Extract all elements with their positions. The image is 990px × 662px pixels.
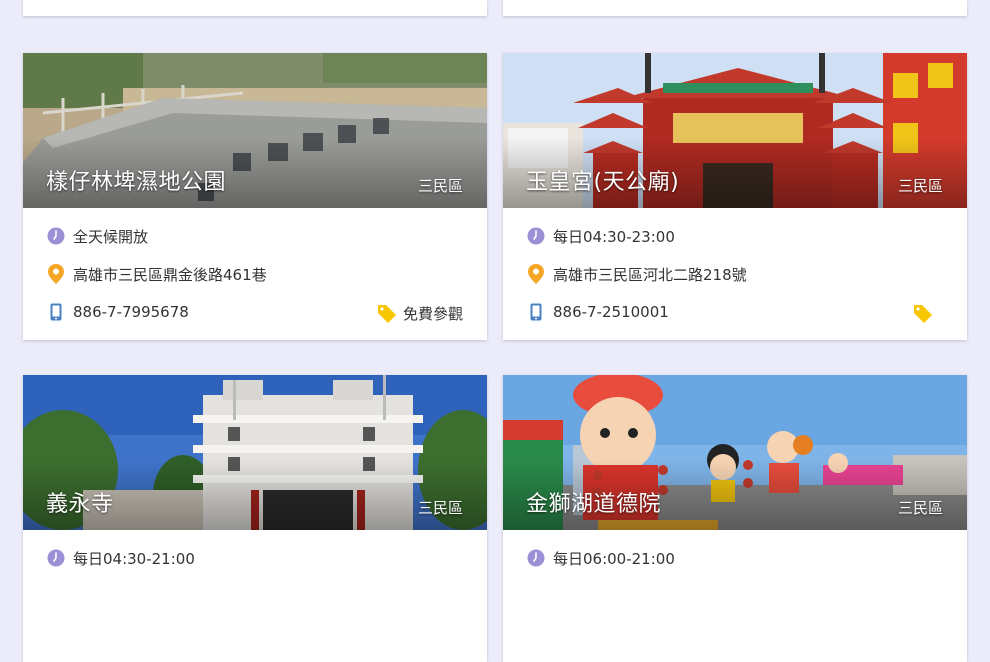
map-pin-icon: [527, 264, 545, 284]
opening-hours: 每日04:30-21:00: [73, 549, 195, 568]
district-label: 三民區: [417, 499, 463, 517]
phone-icon: [527, 303, 545, 321]
district-label: 三民區: [897, 499, 943, 517]
attraction-card[interactable]: 玉皇宮(天公廟) 三民區 每日04:30-23:00 高雄市三民區河北二路218…: [503, 53, 967, 340]
clock-icon: [47, 227, 65, 245]
phone-icon: [47, 303, 65, 321]
opening-hours: 全天候開放: [73, 227, 149, 246]
card-title[interactable]: 義永寺: [46, 486, 114, 518]
card-title[interactable]: 金獅湖道德院: [526, 486, 661, 518]
attraction-card[interactable]: 樣仔林埤濕地公園 三民區 全天候開放 高雄市三民區鼎金後路461巷 886-7-…: [23, 53, 487, 340]
district-label: 三民區: [897, 177, 943, 195]
district-label: 三民區: [417, 177, 463, 195]
card-cover-image[interactable]: 樣仔林埤濕地公園 三民區: [23, 53, 487, 208]
map-pin-icon: [47, 264, 65, 284]
card-cover-image[interactable]: 玉皇宮(天公廟) 三民區: [503, 53, 967, 208]
clock-icon: [47, 549, 65, 567]
card-title[interactable]: 樣仔林埤濕地公園: [46, 164, 226, 196]
card-title[interactable]: 玉皇宮(天公廟): [526, 164, 679, 196]
card-cover-image[interactable]: 金獅湖道德院 三民區: [503, 375, 967, 530]
attraction-card[interactable]: 義永寺 三民區 每日04:30-21:00: [23, 375, 487, 662]
card-partial-right[interactable]: [503, 0, 967, 16]
ticket-tag: [913, 304, 939, 324]
ticket-label: 免費參觀: [402, 305, 463, 323]
attraction-card[interactable]: 金獅湖道德院 三民區 每日06:00-21:00: [503, 375, 967, 662]
clock-icon: [527, 227, 545, 245]
clock-icon: [527, 549, 545, 567]
card-cover-image[interactable]: 義永寺 三民區: [23, 375, 487, 530]
card-partial-left[interactable]: [23, 0, 487, 16]
ticket-tag: 免費參觀: [377, 303, 463, 324]
address[interactable]: 高雄市三民區河北二路218號: [553, 264, 747, 285]
tag-icon: [914, 305, 932, 323]
phone-number[interactable]: 886-7-2510001: [553, 303, 669, 321]
opening-hours: 每日06:00-21:00: [553, 549, 675, 568]
phone-number[interactable]: 886-7-7995678: [73, 303, 189, 321]
tag-icon: [377, 304, 396, 323]
opening-hours: 每日04:30-23:00: [553, 227, 675, 246]
address[interactable]: 高雄市三民區鼎金後路461巷: [73, 264, 267, 285]
